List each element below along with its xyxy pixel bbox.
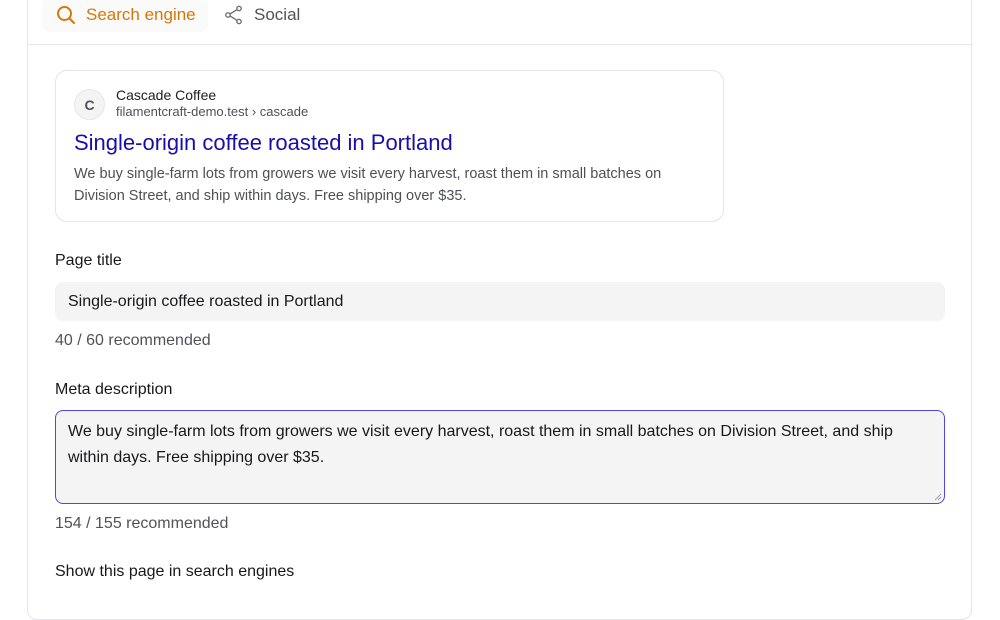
tab-search-engine-label: Search engine	[86, 4, 196, 24]
resize-handle-icon[interactable]	[934, 493, 942, 501]
share-icon	[225, 5, 242, 24]
visibility-label: Show this page in search engines	[55, 563, 295, 580]
tab-search-engine[interactable]: Search engine	[42, 0, 208, 32]
page-title-input[interactable]: Single-origin coffee roasted in Portland	[55, 282, 945, 321]
meta-description-label: Meta description	[55, 381, 173, 398]
preview-site-name: Cascade Coffee	[116, 87, 217, 103]
meta-description-counter: 154 / 155 recommended	[55, 515, 229, 532]
preview-tabs: Search engine Social	[28, 0, 971, 45]
preview-description: We buy single-farm lots from growers we …	[74, 166, 662, 204]
search-icon	[57, 5, 75, 24]
preview-title-link[interactable]: Single-origin coffee roasted in Portland	[74, 130, 453, 156]
search-result-preview: C Cascade Coffee filamentcraft-demo.test…	[55, 70, 724, 222]
preview-url: filamentcraft-demo.test › cascade	[116, 104, 309, 119]
page-title-label: Page title	[55, 252, 122, 269]
meta-description-textarea[interactable]: We buy single-farm lots from growers we …	[55, 410, 945, 504]
page-title-counter: 40 / 60 recommended	[55, 332, 211, 349]
site-favicon: C	[74, 89, 105, 120]
tab-social-label: Social	[254, 4, 301, 24]
tab-social[interactable]: Social	[224, 0, 324, 32]
meta-description-value: We buy single-farm lots from growers we …	[68, 423, 893, 466]
